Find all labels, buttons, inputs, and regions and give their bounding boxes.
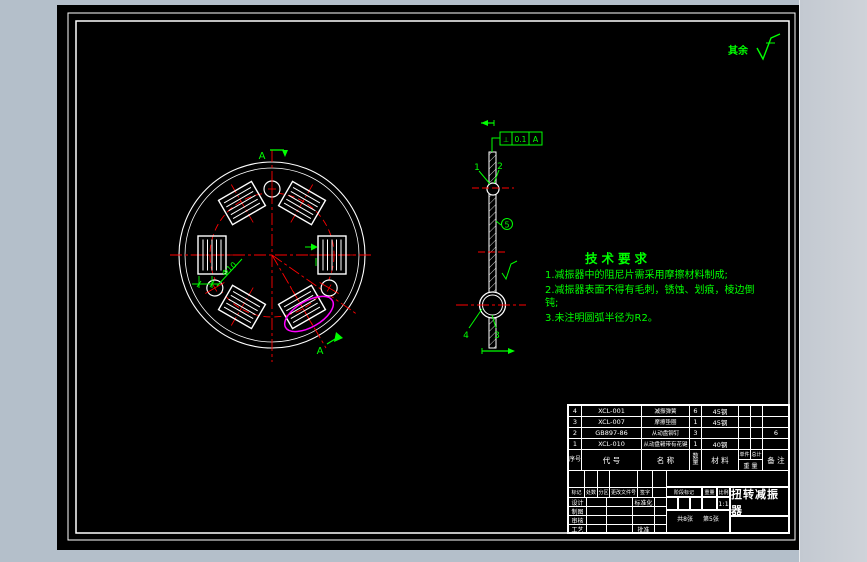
section-view: 1 2 5 4 3 ⊥ 0.1 A	[456, 120, 543, 354]
surface-note: 其余	[728, 36, 748, 57]
tech-req-item: 2.减振器表面不得有毛刺，锈蚀、划痕，棱边倒钝;	[545, 285, 755, 309]
technical-requirements: 技术要求 1.减振器中的阻尼片需采用摩擦材料制成; 2.减振器表面不得有毛刺，锈…	[545, 248, 757, 325]
tolerance-leader	[491, 137, 500, 152]
rivet-section	[486, 182, 500, 196]
balloon-4: 4	[463, 331, 469, 341]
section-label-top: A	[259, 151, 266, 162]
tolerance-value: 0.1	[515, 135, 527, 144]
tolerance-datum: A	[533, 135, 539, 144]
section-label-bottom: A	[317, 346, 324, 357]
main-view: A A Φ10	[170, 149, 374, 362]
balloon-3: 3	[494, 331, 500, 341]
tech-req-title: 技术要求	[585, 251, 652, 266]
spring-window	[217, 180, 267, 226]
spring-window	[277, 180, 327, 226]
rivet-dim-label: Φ10	[220, 260, 238, 278]
tech-req-item: 1.减振器中的阻尼片需采用摩擦材料制成;	[545, 270, 728, 281]
title-block-outline	[567, 404, 790, 534]
roughness-mark	[501, 260, 518, 281]
main-view-annotations: A A Φ10	[192, 149, 343, 357]
tech-req-item: 3.未注明圆弧半径为R2。	[545, 313, 658, 324]
balloon-2: 2	[497, 162, 503, 172]
rivet	[263, 178, 281, 200]
section-annotations: 1 2 5 4 3 ⊥ 0.1 A	[463, 120, 543, 354]
surface-roughness-icon	[756, 33, 781, 61]
surface-note-label: 其余	[728, 46, 748, 57]
tolerance-symbol: ⊥	[503, 136, 509, 144]
balloon-5: 5	[504, 221, 509, 230]
cad-viewport: A A Φ10 1 2 5 4 3 ⊥ 0.1 A 技术要求 1.减振器中的阻尼…	[0, 0, 867, 562]
highlight-ellipse	[283, 295, 335, 333]
